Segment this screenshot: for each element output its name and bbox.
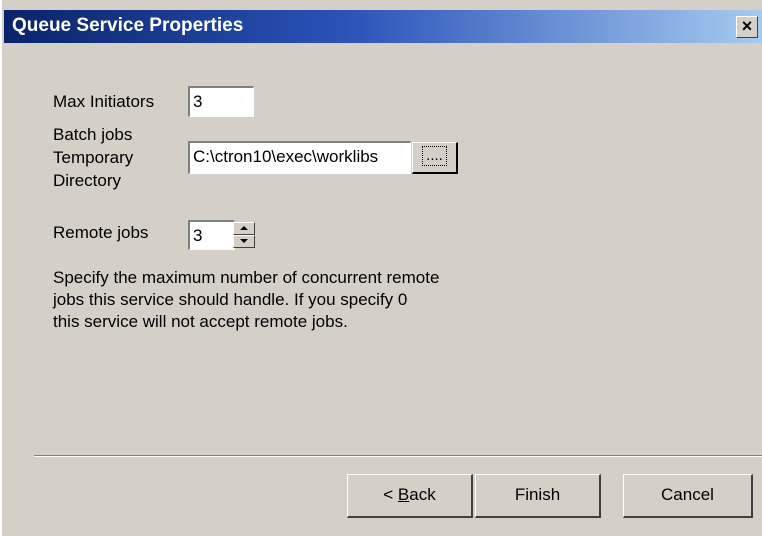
back-button[interactable]: < Back xyxy=(347,474,473,518)
max-initiators-label: Max Initiators xyxy=(53,92,155,111)
remote-jobs-spinner xyxy=(233,220,259,250)
remote-jobs-input[interactable]: 3 xyxy=(188,220,235,250)
cancel-button[interactable]: Cancel xyxy=(623,474,753,518)
title-bar[interactable]: Queue Service Properties × xyxy=(4,10,762,43)
spin-down-button[interactable] xyxy=(233,235,255,248)
help-text-line2: jobs this service should handle. If you … xyxy=(53,290,408,309)
help-text: Specify the maximum number of concurrent… xyxy=(53,267,493,333)
back-button-rest: ack xyxy=(409,485,436,504)
help-text-line1: Specify the maximum number of concurrent… xyxy=(53,268,440,287)
spin-up-button[interactable] xyxy=(233,222,255,235)
batch-dir-label-line2: Temporary xyxy=(53,148,134,167)
batch-dir-input[interactable]: C:\ctron10\exec\worklibs xyxy=(188,141,411,174)
arrow-up-icon xyxy=(240,226,248,230)
cancel-button-label: Cancel xyxy=(661,485,714,504)
finish-button[interactable]: Finish xyxy=(475,474,601,518)
close-button[interactable]: × xyxy=(736,16,758,38)
batch-dir-label-line3: Directory xyxy=(53,171,122,190)
remote-jobs-label: Remote jobs xyxy=(53,223,149,242)
separator xyxy=(34,455,762,457)
help-text-line3: this service will not accept remote jobs… xyxy=(53,312,348,331)
browse-button-label: .... xyxy=(422,146,447,166)
close-icon: × xyxy=(741,16,753,36)
arrow-down-icon xyxy=(240,239,248,243)
dialog-window: Queue Service Properties × Max Initiator… xyxy=(0,0,762,536)
max-initiators-input[interactable]: 3 xyxy=(188,86,254,117)
finish-button-label: Finish xyxy=(514,485,561,504)
back-button-accel: B xyxy=(397,485,410,504)
window-title: Queue Service Properties xyxy=(12,15,244,36)
browse-button[interactable]: .... xyxy=(412,142,458,174)
back-button-prefix: < xyxy=(383,485,398,504)
batch-dir-label-line1: Batch jobs xyxy=(53,125,133,144)
